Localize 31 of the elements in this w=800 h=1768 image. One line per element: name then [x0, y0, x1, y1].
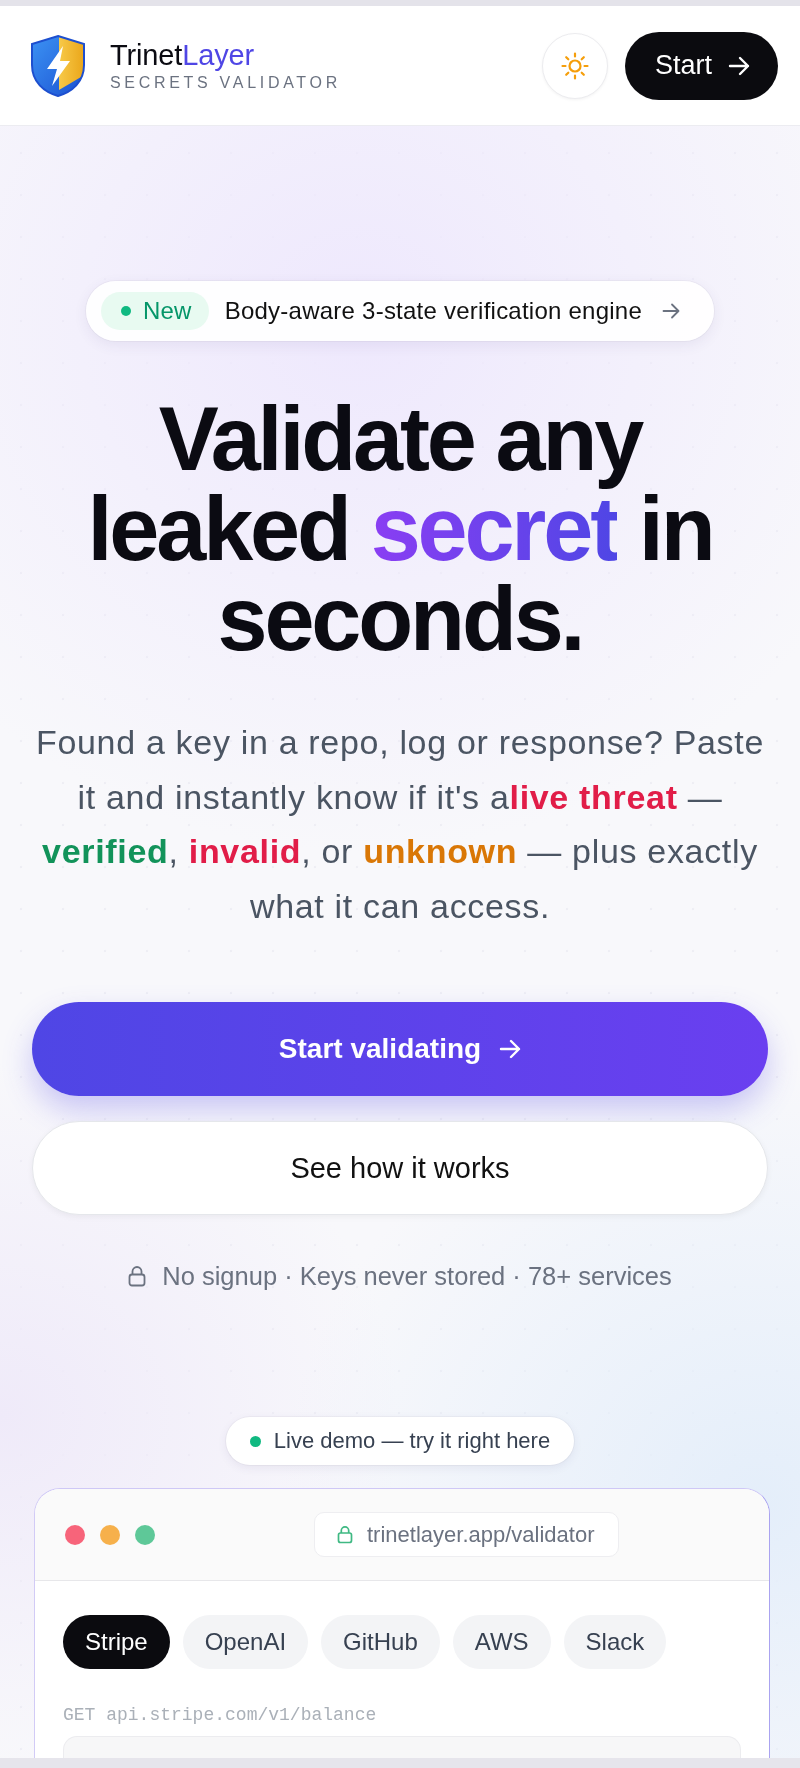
brand-tagline: SECRETS VALIDATOR: [110, 73, 341, 93]
arrow-right-icon: [728, 54, 750, 77]
status-dot-icon: [120, 306, 131, 316]
status-dot-icon: [249, 1435, 261, 1447]
start-button[interactable]: Start: [624, 31, 778, 100]
maximize-dot-icon: [135, 1524, 155, 1545]
brand-name: TrinetLayer: [110, 39, 254, 72]
service-tab[interactable]: Stripe: [63, 1615, 170, 1669]
endpoint-text: GET api.stripe.com/v1/balance: [63, 1704, 378, 1726]
close-dot-icon: [65, 1524, 85, 1545]
new-label: New: [142, 297, 192, 325]
start-validating-button[interactable]: Start validating: [32, 1002, 768, 1096]
service-tab[interactable]: GitHub: [321, 1615, 440, 1669]
lock-icon: [128, 1265, 147, 1287]
see-how-it-works-button[interactable]: See how it works: [32, 1121, 768, 1215]
address-bar[interactable]: trinetlayer.app/validator: [314, 1512, 620, 1557]
minimize-dot-icon: [100, 1524, 120, 1545]
arrow-right-icon: [662, 302, 681, 320]
service-tab[interactable]: Slack: [563, 1615, 667, 1669]
service-tab[interactable]: OpenAI: [182, 1615, 309, 1669]
sun-icon: [560, 51, 589, 80]
arrow-right-icon: [499, 1038, 522, 1060]
live-demo-text: Live demo — try it right here: [273, 1428, 551, 1454]
announcement-link[interactable]: New Body-aware 3-state verification engine: [85, 281, 715, 341]
hero-heading: Validate any leaked secret in seconds.: [86, 394, 714, 664]
service-tab[interactable]: AWS: [452, 1615, 551, 1669]
hero-description: Found a key in a repo, log or response? Paste it and instantly know if it's alive threat — verified, invalid, or unknown — plus exactly what it can access.: [34, 722, 765, 927]
lock-icon: [337, 1525, 353, 1544]
trust-note: No signup · Keys never stored · 78+ services: [162, 1261, 672, 1291]
input-field[interactable]: [63, 1736, 741, 1758]
shield-lightning-icon: [29, 33, 87, 98]
